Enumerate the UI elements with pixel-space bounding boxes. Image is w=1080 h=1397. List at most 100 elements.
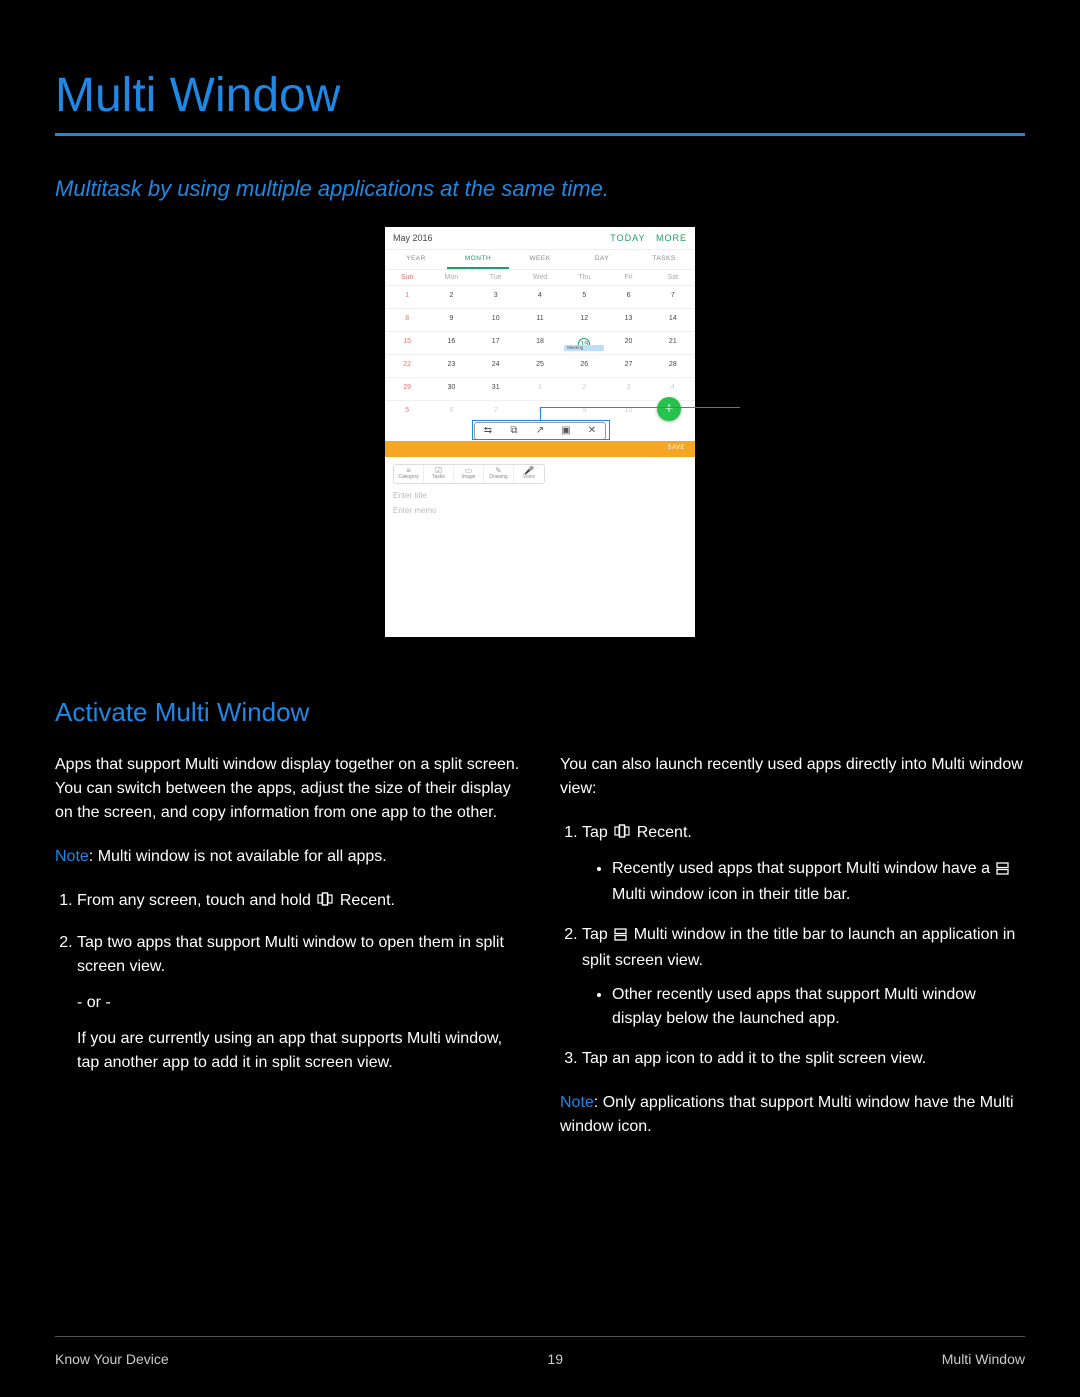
step-1: From any screen, touch and hold Recent. [77,889,520,915]
date-cell[interactable]: 24 [474,358,518,374]
calendar-view-tabs: YEAR MONTH WEEK DAY TASKS [385,249,695,270]
tab-tasks[interactable]: TASKS [633,250,695,269]
event-meeting[interactable]: Meeting [564,345,604,351]
dow-mon: Mon [429,270,473,285]
date-cell[interactable]: 26 [562,358,606,374]
footer-right: Multi Window [942,1351,1025,1367]
memo-input[interactable]: Enter memo [393,506,687,515]
footer-page-number: 19 [547,1351,563,1367]
date-cell[interactable]: 2 [429,289,473,305]
entry-tool-tasks[interactable]: ☑Tasks [424,465,454,483]
content-columns: Apps that support Multi window display t… [0,753,1080,1159]
page-footer: Know Your Device 19 Multi Window [55,1351,1025,1367]
note-text: : Multi window is not available for all … [89,848,387,865]
save-bar[interactable]: SAVE [385,441,695,457]
date-cell[interactable]: 18 [518,335,562,351]
date-cell-today[interactable]: 19Meeting [562,335,606,351]
date-cell[interactable]: 25 [518,358,562,374]
date-cell[interactable]: 12 [562,312,606,328]
date-cell[interactable]: 30 [429,381,473,397]
date-cell[interactable]: 5 [385,404,429,420]
mw-close-icon[interactable]: ✕ [579,423,605,439]
date-cell[interactable]: 11 [518,312,562,328]
date-cell[interactable]: 20 [606,335,650,351]
day-of-week-row: Sun Mon Tue Wed Thu Fri Sat [385,270,695,285]
date-cell[interactable]: 14 [651,312,695,328]
dow-thu: Thu [562,270,606,285]
right-column: You can also launch recently used apps d… [560,753,1025,1159]
tab-day[interactable]: DAY [571,250,633,269]
date-cell[interactable]: 6 [429,404,473,420]
date-cell[interactable]: 16 [429,335,473,351]
tab-year[interactable]: YEAR [385,250,447,269]
date-cell[interactable]: 31 [474,381,518,397]
dow-fri: Fri [606,270,650,285]
recent-icon [614,823,630,847]
add-event-fab[interactable]: + [657,397,681,421]
date-cell[interactable]: 5 [562,289,606,305]
dow-tue: Tue [474,270,518,285]
date-cell[interactable]: 27 [606,358,650,374]
footer-divider [55,1336,1025,1337]
multiwindow-icon [614,925,627,949]
entry-tool-category[interactable]: ≡Category [394,465,424,483]
dow-sat: Sat [651,270,695,285]
date-cell[interactable]: 6 [606,289,650,305]
entry-tool-image[interactable]: ▭Image [454,465,484,483]
date-cell[interactable]: 28 [651,358,695,374]
date-cell[interactable]: 4 [518,289,562,305]
date-cell[interactable]: 10 [474,312,518,328]
date-cell[interactable]: 9 [429,312,473,328]
date-cell[interactable]: 23 [429,358,473,374]
rstep-2: Tap Multi window in the title bar to lau… [582,923,1025,1031]
date-cell[interactable]: 1 [518,381,562,397]
date-cell[interactable]: 1 [385,289,429,305]
dow-sun: Sun [385,270,429,285]
page-subtitle: Multitask by using multiple applications… [0,176,1080,227]
date-cell[interactable]: 7 [651,289,695,305]
note-paragraph-right: Note: Only applications that support Mul… [560,1091,1025,1139]
multiwindow-toolbar: ⇆ ⧉ ↗ ▣ ✕ [474,422,606,440]
date-cell[interactable]: 4 [651,381,695,397]
date-cell[interactable]: 29 [385,381,429,397]
rstep-2-sub: Other recently used apps that support Mu… [612,983,1025,1031]
entry-tool-drawing[interactable]: ✎Drawing [484,465,514,483]
dow-wed: Wed [518,270,562,285]
date-cell[interactable]: 17 [474,335,518,351]
date-cell[interactable]: 15 [385,335,429,351]
date-cell[interactable]: 3 [606,381,650,397]
page-title: Multi Window [0,0,1080,133]
title-divider [55,133,1025,136]
note-paragraph: Note: Multi window is not available for … [55,845,520,869]
rstep-1-sub: Recently used apps that support Multi wi… [612,857,1025,907]
or-text: - or - [77,991,520,1015]
tab-month[interactable]: MONTH [447,250,509,269]
entry-tool-voice[interactable]: 🎤Voice [514,465,544,483]
note-label: Note [55,848,89,865]
tab-week[interactable]: WEEK [509,250,571,269]
date-cell[interactable]: 2 [562,381,606,397]
footer-left: Know Your Device [55,1351,169,1367]
date-cell[interactable]: 21 [651,335,695,351]
mw-swap-icon[interactable]: ⇆ [475,423,501,439]
date-cell[interactable]: 7 [474,404,518,420]
mw-drag-icon[interactable]: ⧉ [501,423,527,439]
date-cell[interactable]: 22 [385,358,429,374]
rstep-3: Tap an app icon to add it to the split s… [582,1047,1025,1071]
week-row: 29 30 31 1 2 3 4 [385,377,695,400]
week-row: 22 23 24 25 26 27 28 [385,354,695,377]
today-button[interactable]: TODAY [610,233,645,243]
week-row: 1 2 3 4 5 6 7 [385,285,695,308]
mw-maximize-icon[interactable]: ▣ [553,423,579,439]
note-text: : Only applications that support Multi w… [560,1094,1014,1135]
date-cell[interactable]: 8 [385,312,429,328]
date-cell[interactable]: 13 [606,312,650,328]
more-button[interactable]: MORE [656,233,687,243]
callout-line [540,407,541,421]
mw-minimize-icon[interactable]: ↗ [527,423,553,439]
multiwindow-icon [996,859,1009,883]
rstep-1: Tap Recent. Recently used apps that supp… [582,821,1025,907]
title-input[interactable]: Enter title [393,491,687,500]
date-cell[interactable]: 3 [474,289,518,305]
intro-paragraph: Apps that support Multi window display t… [55,753,520,825]
